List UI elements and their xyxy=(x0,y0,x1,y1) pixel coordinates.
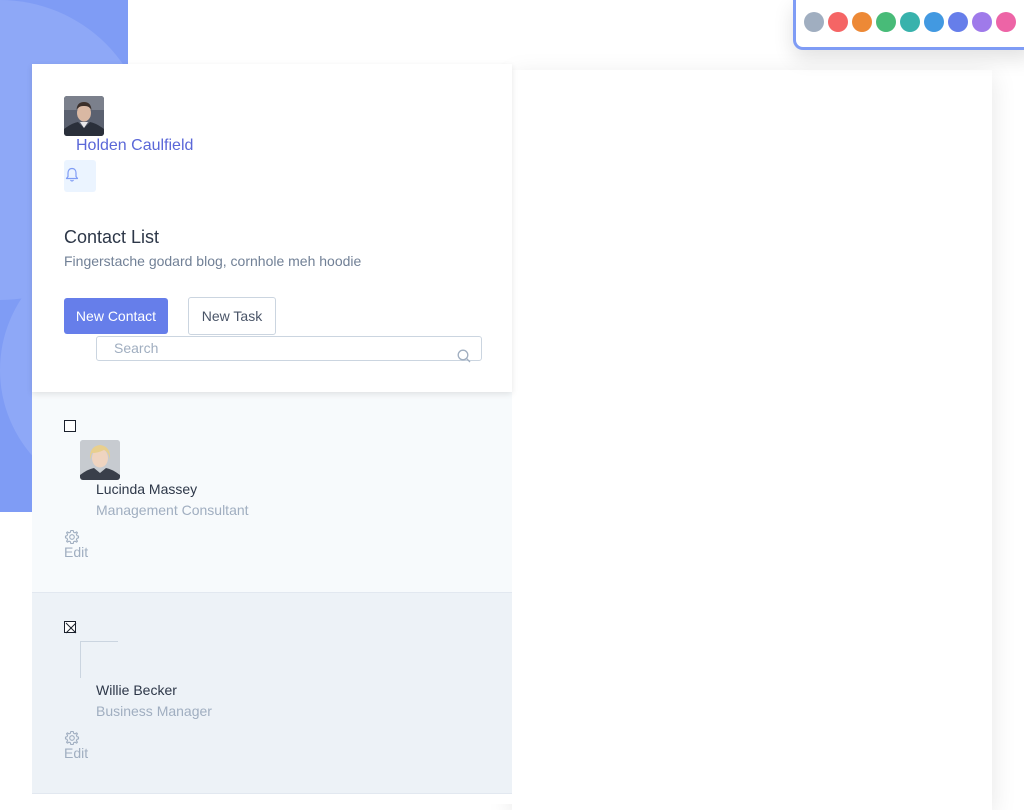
contact-row[interactable]: Willie Becker Business Manager Edit xyxy=(32,593,512,794)
edit-button[interactable]: Edit xyxy=(64,529,104,561)
color-swatch[interactable] xyxy=(852,12,872,32)
panel-header: Holden Caulfield Contact List Fingerstac… xyxy=(32,64,512,392)
search-box xyxy=(96,336,482,363)
color-swatch[interactable] xyxy=(996,12,1016,32)
bell-icon xyxy=(65,167,79,182)
theme-color-picker xyxy=(793,0,1024,50)
select-checkbox[interactable] xyxy=(64,420,76,432)
page-title: Contact List xyxy=(64,227,160,247)
checked-mark-icon xyxy=(65,622,77,634)
user-avatar[interactable] xyxy=(64,96,104,136)
color-swatch[interactable] xyxy=(900,12,920,32)
gear-icon xyxy=(64,529,80,545)
contact-avatar-placeholder xyxy=(80,641,118,678)
detail-panel xyxy=(512,70,992,810)
edit-label: Edit xyxy=(64,544,89,560)
contact-name[interactable]: Willie Becker xyxy=(96,682,177,698)
user-name[interactable]: Holden Caulfield xyxy=(76,137,193,155)
page-subtitle: Fingerstache godard blog, cornhole meh h… xyxy=(64,253,362,269)
search-icon[interactable] xyxy=(457,349,471,363)
color-swatch[interactable] xyxy=(828,12,848,32)
contact-role: Business Manager xyxy=(96,703,212,719)
search-input[interactable] xyxy=(97,337,454,358)
contact-list-panel: Holden Caulfield Contact List Fingerstac… xyxy=(32,64,512,804)
color-swatch[interactable] xyxy=(924,12,944,32)
color-swatch[interactable] xyxy=(804,12,824,32)
contact-row[interactable]: Lucinda Massey Management Consultant Edi… xyxy=(32,392,512,593)
color-swatch[interactable] xyxy=(972,12,992,32)
gear-icon xyxy=(64,730,80,746)
color-swatch[interactable] xyxy=(948,12,968,32)
edit-button[interactable]: Edit xyxy=(64,730,104,762)
edit-label: Edit xyxy=(64,745,89,761)
contact-role: Management Consultant xyxy=(96,502,249,518)
contact-name[interactable]: Lucinda Massey xyxy=(96,481,197,497)
new-task-button[interactable]: New Task xyxy=(188,297,276,335)
notifications-button[interactable] xyxy=(64,160,96,192)
contact-avatar xyxy=(80,440,120,480)
new-contact-button[interactable]: New Contact xyxy=(64,298,168,334)
color-swatch[interactable] xyxy=(876,12,896,32)
select-checkbox[interactable] xyxy=(64,621,77,634)
